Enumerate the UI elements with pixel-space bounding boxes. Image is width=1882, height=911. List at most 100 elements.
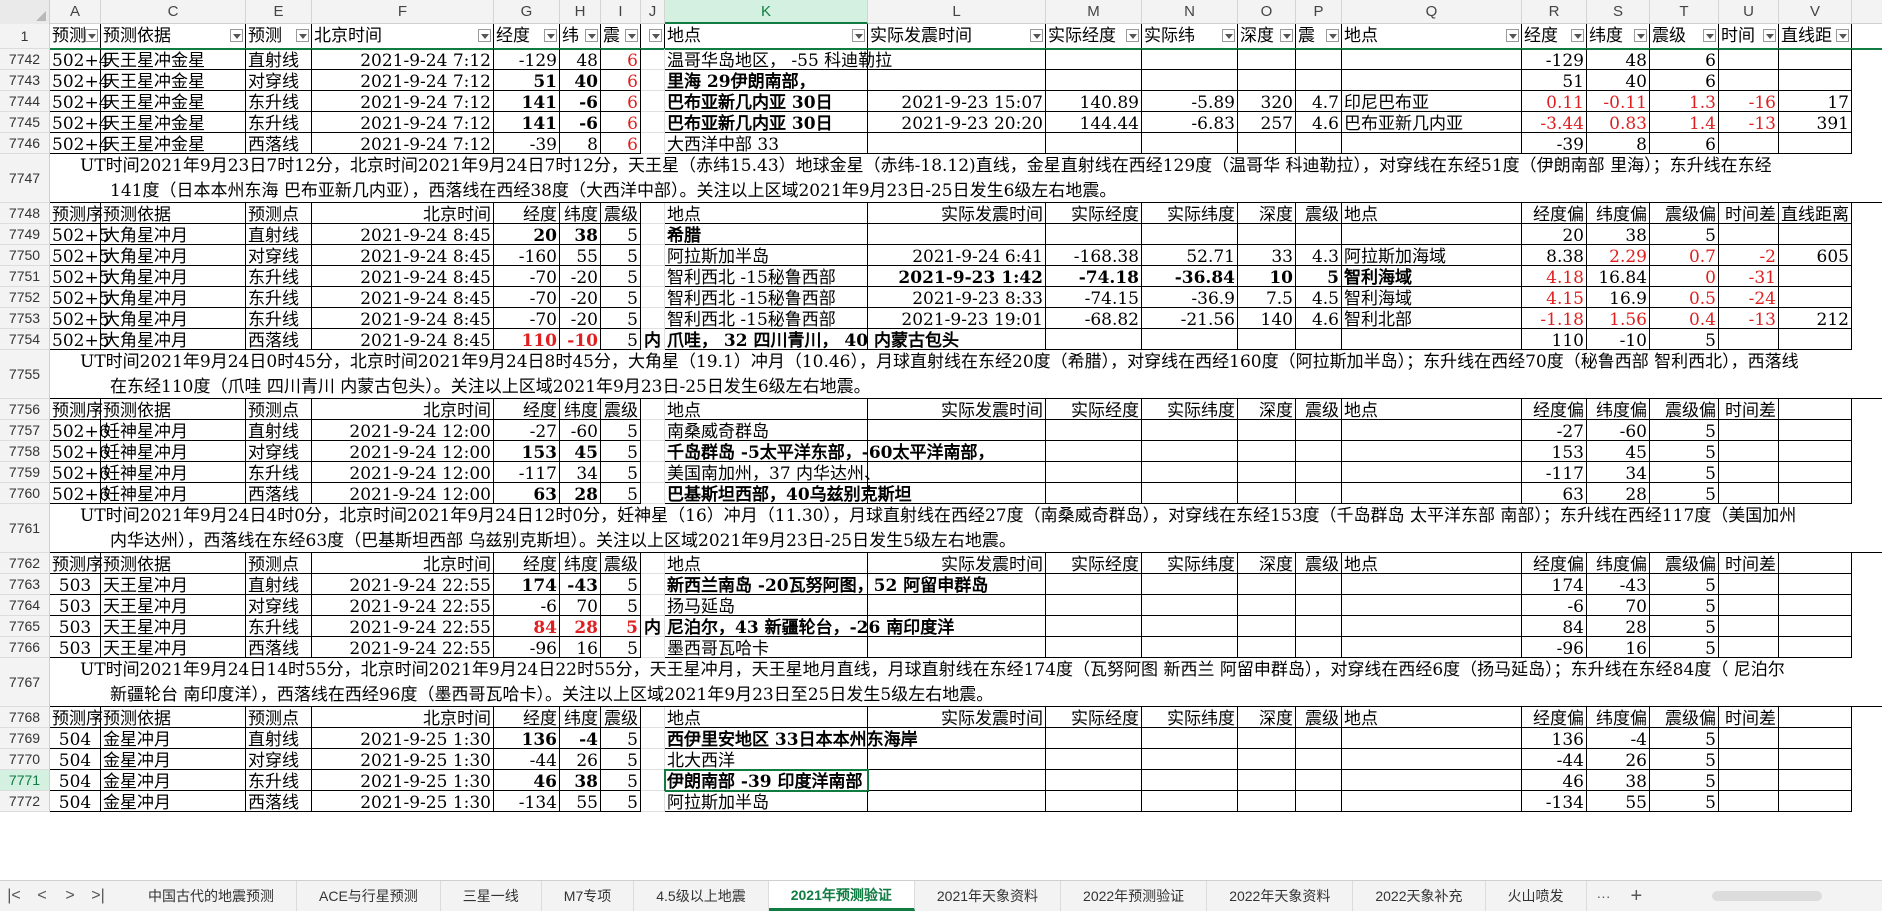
header-cell[interactable]: 纬度: [560, 203, 601, 225]
table-cell[interactable]: 5: [601, 791, 641, 813]
table-cell[interactable]: 84: [1522, 616, 1587, 638]
table-cell[interactable]: [868, 728, 1046, 749]
table-cell[interactable]: 墨西哥瓦哈卡: [665, 637, 868, 659]
first-sheet-icon[interactable]: |<: [0, 887, 28, 905]
table-cell[interactable]: [1238, 749, 1296, 770]
table-cell[interactable]: 5: [601, 616, 641, 638]
table-cell[interactable]: 阿拉斯加半岛: [665, 245, 868, 267]
table-cell[interactable]: 对穿线: [246, 595, 312, 617]
header-cell[interactable]: 纬度偏: [1587, 553, 1650, 575]
table-cell[interactable]: [1779, 70, 1852, 91]
more-sheets-icon[interactable]: ···: [1587, 888, 1621, 904]
table-cell[interactable]: 38: [560, 224, 601, 246]
table-cell[interactable]: [1342, 637, 1522, 658]
table-cell[interactable]: 45: [1587, 441, 1650, 463]
table-cell[interactable]: [1142, 616, 1238, 637]
header-cell[interactable]: 预测: [50, 24, 101, 49]
table-cell[interactable]: 2021-9-24 12:00: [312, 483, 494, 505]
table-cell[interactable]: 136: [1522, 728, 1587, 750]
table-cell[interactable]: 西落线: [246, 133, 312, 155]
table-cell[interactable]: 28: [1587, 483, 1650, 505]
table-cell[interactable]: 2021-9-24 22:55: [312, 616, 494, 638]
table-cell[interactable]: 6: [601, 49, 641, 71]
table-cell[interactable]: 金星冲月: [101, 770, 246, 792]
header-cell[interactable]: 地点: [665, 399, 868, 421]
header-cell[interactable]: 实际发震时间: [868, 399, 1046, 421]
header-cell[interactable]: 经度: [494, 707, 560, 729]
table-cell[interactable]: [1296, 133, 1342, 154]
table-cell[interactable]: 51: [1522, 70, 1587, 92]
table-cell[interactable]: 16: [1587, 637, 1650, 659]
spreadsheet-grid[interactable]: ACEFGHIJKLMNOPQRSTUV 1 预测 预测依据 预测 北京时间 经度纬震地点…: [0, 0, 1882, 880]
table-cell[interactable]: 4.7: [1296, 91, 1342, 113]
table-cell[interactable]: 巴基斯坦西部，40乌兹别克斯坦: [665, 483, 912, 505]
table-cell[interactable]: [1046, 70, 1142, 91]
table-cell[interactable]: 2021-9-24 8:45: [312, 266, 494, 288]
table-cell[interactable]: [641, 70, 665, 91]
header-cell[interactable]: [641, 399, 665, 420]
table-cell[interactable]: 2021-9-24 12:00: [312, 420, 494, 442]
add-sheet-icon[interactable]: +: [1621, 885, 1653, 908]
table-cell[interactable]: [1046, 791, 1142, 812]
table-cell[interactable]: [1779, 637, 1852, 658]
header-cell[interactable]: 预测依据: [101, 399, 246, 421]
header-cell[interactable]: 北京时间: [312, 707, 494, 729]
column-header-i[interactable]: I: [601, 0, 641, 24]
table-cell[interactable]: [868, 133, 1046, 154]
table-cell[interactable]: 5: [601, 308, 641, 330]
table-cell[interactable]: 天王星冲金星: [101, 91, 246, 113]
row-header[interactable]: 7750: [0, 245, 50, 266]
table-cell[interactable]: -160: [494, 245, 560, 267]
table-cell[interactable]: -6: [560, 91, 601, 113]
column-header-e[interactable]: E: [246, 0, 312, 24]
table-cell[interactable]: [1046, 224, 1142, 245]
table-cell[interactable]: 2021-9-24 7:12: [312, 70, 494, 92]
sheet-tab[interactable]: 4.5级以上地震: [634, 881, 769, 911]
table-cell[interactable]: [1719, 616, 1779, 637]
table-cell[interactable]: 55: [560, 791, 601, 813]
header-cell[interactable]: 实际纬度: [1142, 399, 1238, 421]
filter-dropdown-icon[interactable]: [1030, 29, 1043, 42]
table-cell[interactable]: -134: [1522, 791, 1587, 813]
header-cell[interactable]: 实际纬: [1142, 24, 1238, 49]
table-cell[interactable]: 妊神星冲月: [101, 441, 246, 463]
table-cell[interactable]: [1142, 329, 1238, 350]
table-cell[interactable]: [1142, 770, 1238, 791]
table-cell[interactable]: 智利西北 -15秘鲁西部: [665, 287, 868, 309]
table-cell[interactable]: 东升线: [246, 770, 312, 792]
table-cell[interactable]: 6: [601, 70, 641, 92]
filter-dropdown-icon[interactable]: [625, 29, 638, 42]
table-cell[interactable]: -117: [494, 462, 560, 484]
header-cell[interactable]: 时间差: [1719, 553, 1779, 575]
table-cell[interactable]: [1342, 574, 1522, 595]
select-all-corner[interactable]: [0, 0, 50, 24]
sheet-tab[interactable]: ACE与行星预测: [297, 881, 441, 911]
header-cell[interactable]: 震级: [1650, 24, 1719, 49]
sheet-tab[interactable]: 2021年预测验证: [768, 881, 915, 911]
table-cell[interactable]: 605: [1779, 245, 1852, 267]
table-cell[interactable]: [1296, 595, 1342, 616]
table-cell[interactable]: 2021-9-24 6:41: [868, 245, 1046, 267]
table-cell[interactable]: 502+6: [50, 462, 110, 484]
table-cell[interactable]: 智利海域: [1342, 266, 1522, 288]
filter-dropdown-icon[interactable]: [649, 29, 662, 42]
table-cell[interactable]: 504: [50, 770, 101, 792]
table-cell[interactable]: -21.56: [1142, 308, 1238, 330]
table-cell[interactable]: 2021-9-23 8:33: [868, 287, 1046, 309]
table-cell[interactable]: 20: [494, 224, 560, 246]
table-cell[interactable]: [1719, 224, 1779, 245]
table-cell[interactable]: 金星冲月: [101, 728, 246, 750]
table-cell[interactable]: -3.44: [1522, 112, 1587, 134]
table-cell[interactable]: [1296, 420, 1342, 441]
table-cell[interactable]: -16: [1719, 91, 1779, 113]
header-cell[interactable]: 预测点: [246, 707, 312, 729]
table-cell[interactable]: 502+5: [50, 266, 110, 288]
table-cell[interactable]: 320: [1238, 91, 1296, 113]
header-cell[interactable]: 实际发震时间: [868, 203, 1046, 225]
header-cell[interactable]: 实际发震时间: [868, 553, 1046, 575]
row-header[interactable]: 7762: [0, 553, 50, 574]
table-cell[interactable]: 对穿线: [246, 441, 312, 463]
header-cell[interactable]: 纬度: [560, 553, 601, 575]
table-cell[interactable]: 2021-9-24 8:45: [312, 287, 494, 309]
table-cell[interactable]: [1779, 728, 1852, 749]
